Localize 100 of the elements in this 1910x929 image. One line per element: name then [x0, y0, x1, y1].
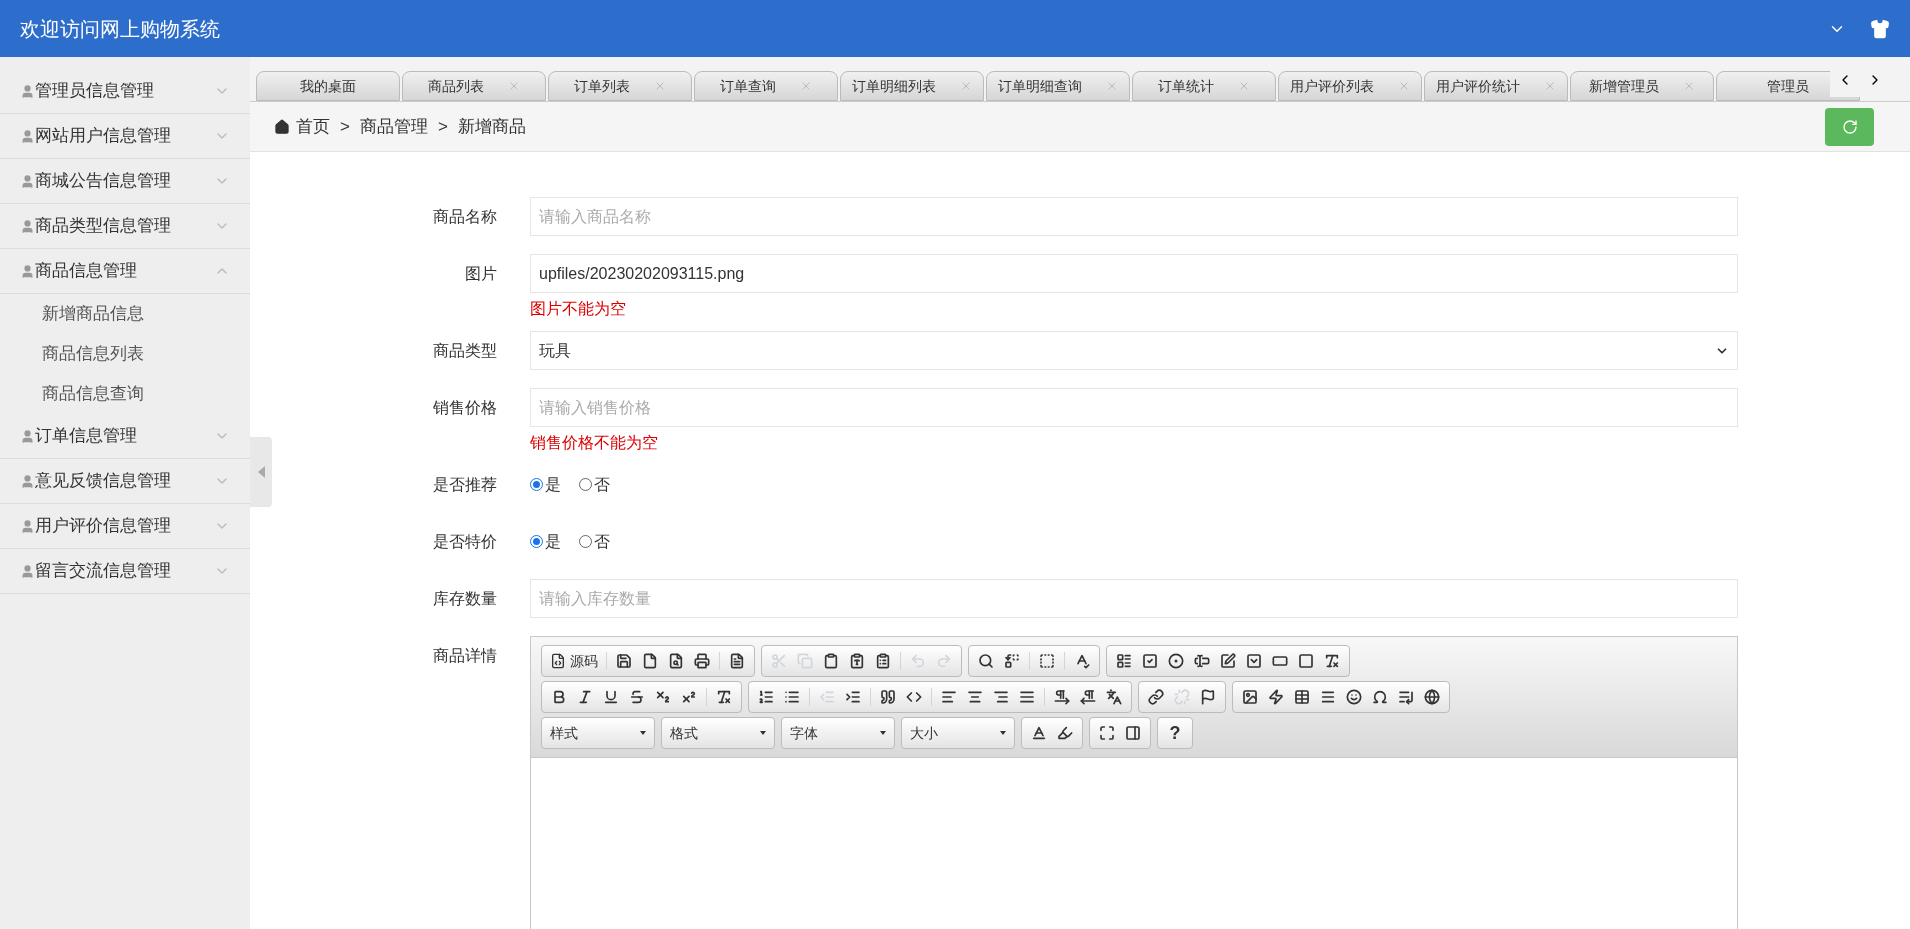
text-field[interactable]: 请输入商品名称	[530, 197, 1738, 236]
print-icon	[694, 653, 710, 669]
spellcheck-icon	[1074, 653, 1090, 669]
sidebar-item[interactable]: 订单信息管理	[0, 414, 250, 459]
underline-icon	[603, 689, 619, 705]
caret-icon	[640, 731, 646, 735]
sidebar-item[interactable]: 商品类型信息管理	[0, 204, 250, 249]
radio-option[interactable]: 否	[579, 529, 610, 554]
option-dot-icon	[1168, 653, 1184, 669]
smiley-icon	[1346, 689, 1362, 705]
replace-icon	[1004, 653, 1020, 669]
text-direction-ltr-icon	[1054, 689, 1070, 705]
format-dropdown[interactable]: 大小	[901, 717, 1015, 749]
breadcrumb-item[interactable]: 商品管理	[359, 113, 428, 140]
justify-icon	[1019, 689, 1035, 705]
caret-icon	[760, 731, 766, 735]
help-button[interactable]: ?	[1162, 719, 1188, 747]
tab[interactable]: 订单明细列表	[840, 71, 984, 101]
text-field[interactable]: upfiles/20230202093115.png	[530, 254, 1738, 293]
remove-format-icon	[716, 689, 732, 705]
shirt-icon[interactable]	[1870, 18, 1890, 39]
undo-icon	[910, 653, 926, 669]
new-page-icon	[642, 653, 658, 669]
submenu-item[interactable]: 新增商品信息	[0, 294, 250, 334]
background-color-icon	[1057, 725, 1073, 741]
field-label: 是否推荐	[432, 475, 498, 495]
text-field[interactable]: 请输入库存数量	[530, 579, 1738, 618]
blockquote-icon	[880, 689, 896, 705]
textarea-icon	[1220, 653, 1236, 669]
field-label: 图片	[464, 264, 498, 284]
indent-icon	[845, 689, 861, 705]
text-field-icon	[1194, 653, 1210, 669]
user-icon	[20, 173, 35, 189]
error-message: 销售价格不能为空	[530, 433, 659, 453]
field-label: 库存数量	[432, 589, 498, 609]
text-field[interactable]: 请输入销售价格	[530, 388, 1738, 427]
triangle-left-icon	[257, 466, 265, 478]
cut-icon	[771, 653, 787, 669]
text-color-icon	[1031, 725, 1047, 741]
paste-icon	[823, 653, 839, 669]
tab[interactable]: 用户评价列表	[1278, 71, 1422, 101]
field-label: 商品名称	[432, 207, 498, 227]
paste-word-icon	[875, 653, 891, 669]
sidebar-item[interactable]: 留言交流信息管理	[0, 549, 250, 594]
user-icon	[20, 473, 35, 489]
radio-option[interactable]: 是	[530, 472, 561, 497]
tab[interactable]: 商品列表	[402, 71, 546, 101]
subscript-icon	[655, 689, 671, 705]
italic-icon	[577, 689, 593, 705]
search-icon	[978, 653, 994, 669]
user-icon	[20, 263, 35, 279]
sidebar-item[interactable]: 商品信息管理	[0, 249, 250, 294]
paste-text-icon	[849, 653, 865, 669]
language-icon	[1106, 689, 1122, 705]
table-icon	[1294, 689, 1310, 705]
sidebar-item[interactable]: 商城公告信息管理	[0, 159, 250, 204]
tab[interactable]: 订单明细查询	[986, 71, 1130, 101]
numbered-list-icon	[758, 689, 774, 705]
align-center-icon	[967, 689, 983, 705]
select-field[interactable]: 玩具	[530, 331, 1738, 370]
button-element-icon	[1272, 653, 1288, 669]
user-icon	[20, 218, 35, 234]
app-title: 欢迎访问网上购物系统	[20, 16, 220, 42]
radio-option[interactable]: 否	[579, 472, 610, 497]
div-container-icon	[906, 689, 922, 705]
tab[interactable]: 我的桌面	[256, 71, 400, 101]
copy-icon	[797, 653, 813, 669]
tab[interactable]: 订单统计	[1132, 71, 1276, 101]
tick-square-icon	[1142, 653, 1158, 669]
source-button[interactable]: 源码	[546, 650, 602, 672]
radio-option[interactable]: 是	[530, 529, 561, 554]
save-icon	[616, 653, 632, 669]
sidebar-item[interactable]: 用户评价信息管理	[0, 504, 250, 549]
tab[interactable]: 新增管理员	[1570, 71, 1714, 101]
submenu-item[interactable]: 商品信息列表	[0, 334, 250, 374]
tab[interactable]: 订单查询	[694, 71, 838, 101]
tab[interactable]: 用户评价统计	[1424, 71, 1568, 101]
bold-icon	[551, 689, 567, 705]
format-dropdown[interactable]: 格式	[661, 717, 775, 749]
user-icon	[20, 518, 35, 534]
select-icon	[1246, 653, 1262, 669]
format-dropdown[interactable]: 样式	[541, 717, 655, 749]
horizontal-lines-icon	[1320, 689, 1336, 705]
templates-icon	[729, 653, 745, 669]
submenu-item[interactable]: 商品信息查询	[0, 374, 250, 414]
tab[interactable]: 订单列表	[548, 71, 692, 101]
select-all-icon	[1039, 653, 1055, 669]
page-break-icon	[1398, 689, 1414, 705]
user-icon	[20, 128, 35, 144]
field-label: 销售价格	[432, 398, 498, 418]
align-left-icon	[941, 689, 957, 705]
breadcrumb-item: 新增商品	[457, 115, 526, 138]
unlink-icon	[1174, 689, 1190, 705]
breadcrumb-item[interactable]: 首页	[296, 113, 330, 140]
bulleted-list-icon	[784, 689, 800, 705]
collapse-handle[interactable]	[250, 437, 272, 507]
superscript-icon	[681, 689, 697, 705]
caret-icon	[880, 731, 886, 735]
format-dropdown[interactable]: 字体	[781, 717, 895, 749]
anchor-icon	[1200, 689, 1216, 705]
